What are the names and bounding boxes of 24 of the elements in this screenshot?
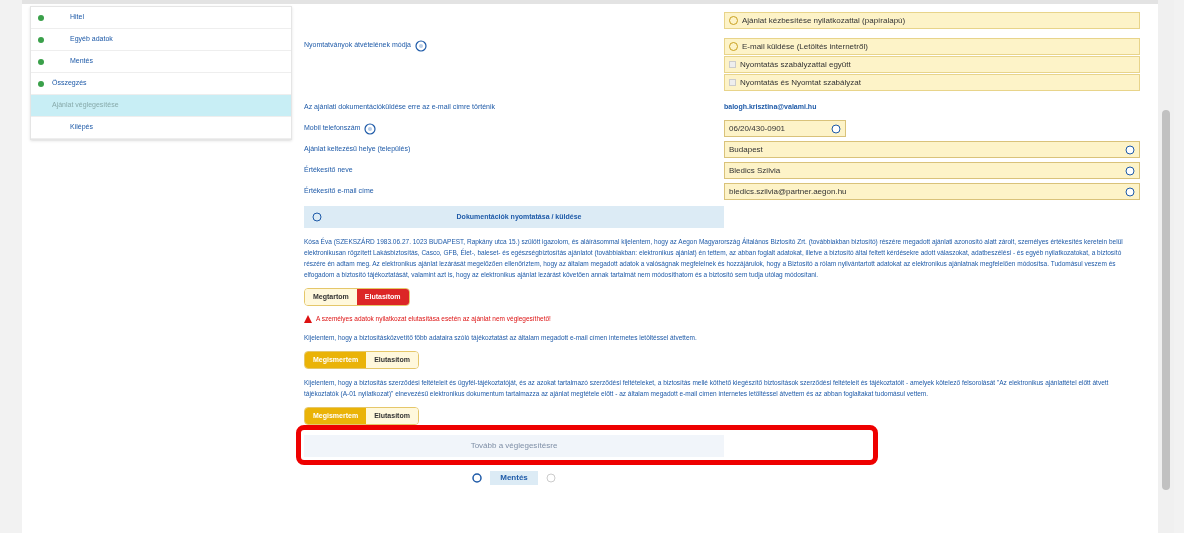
check-icon [38, 14, 44, 21]
input-field[interactable]: Budapest [724, 141, 1140, 158]
print-icon [312, 212, 322, 222]
option-row[interactable]: E-mail küldése (Letöltés internetről) [724, 38, 1140, 55]
info-icon[interactable] [415, 40, 427, 52]
option-row[interactable]: Ajánlat kézbesítése nyilatkozattal (papíralapú) [724, 12, 1140, 29]
save-icon [472, 472, 483, 483]
circle-icon [545, 472, 556, 483]
info-icon[interactable] [364, 122, 377, 135]
check-icon [38, 80, 44, 87]
clear-icon [831, 123, 841, 134]
clear-icon [1125, 186, 1135, 197]
next-button: Tovább a véglegesítésre [304, 434, 724, 457]
input-field[interactable]: 06/20/430-0901 [724, 120, 846, 137]
clear-icon [1125, 144, 1135, 155]
check-icon [38, 58, 44, 65]
clear-icon [1125, 165, 1135, 176]
warning-icon [304, 314, 312, 323]
input-field[interactable]: Bledics Szilvia [724, 162, 1140, 179]
check-icon [38, 36, 44, 43]
option-row[interactable]: Nyomtatás szabályzattal együtt [724, 56, 1140, 73]
save-button[interactable]: Mentés [490, 470, 538, 485]
input-field[interactable]: bledics.szilvia@partner.aegon.hu [724, 183, 1140, 200]
option-row[interactable]: Nyomtatás és Nyomtat szabályzat [724, 74, 1140, 91]
